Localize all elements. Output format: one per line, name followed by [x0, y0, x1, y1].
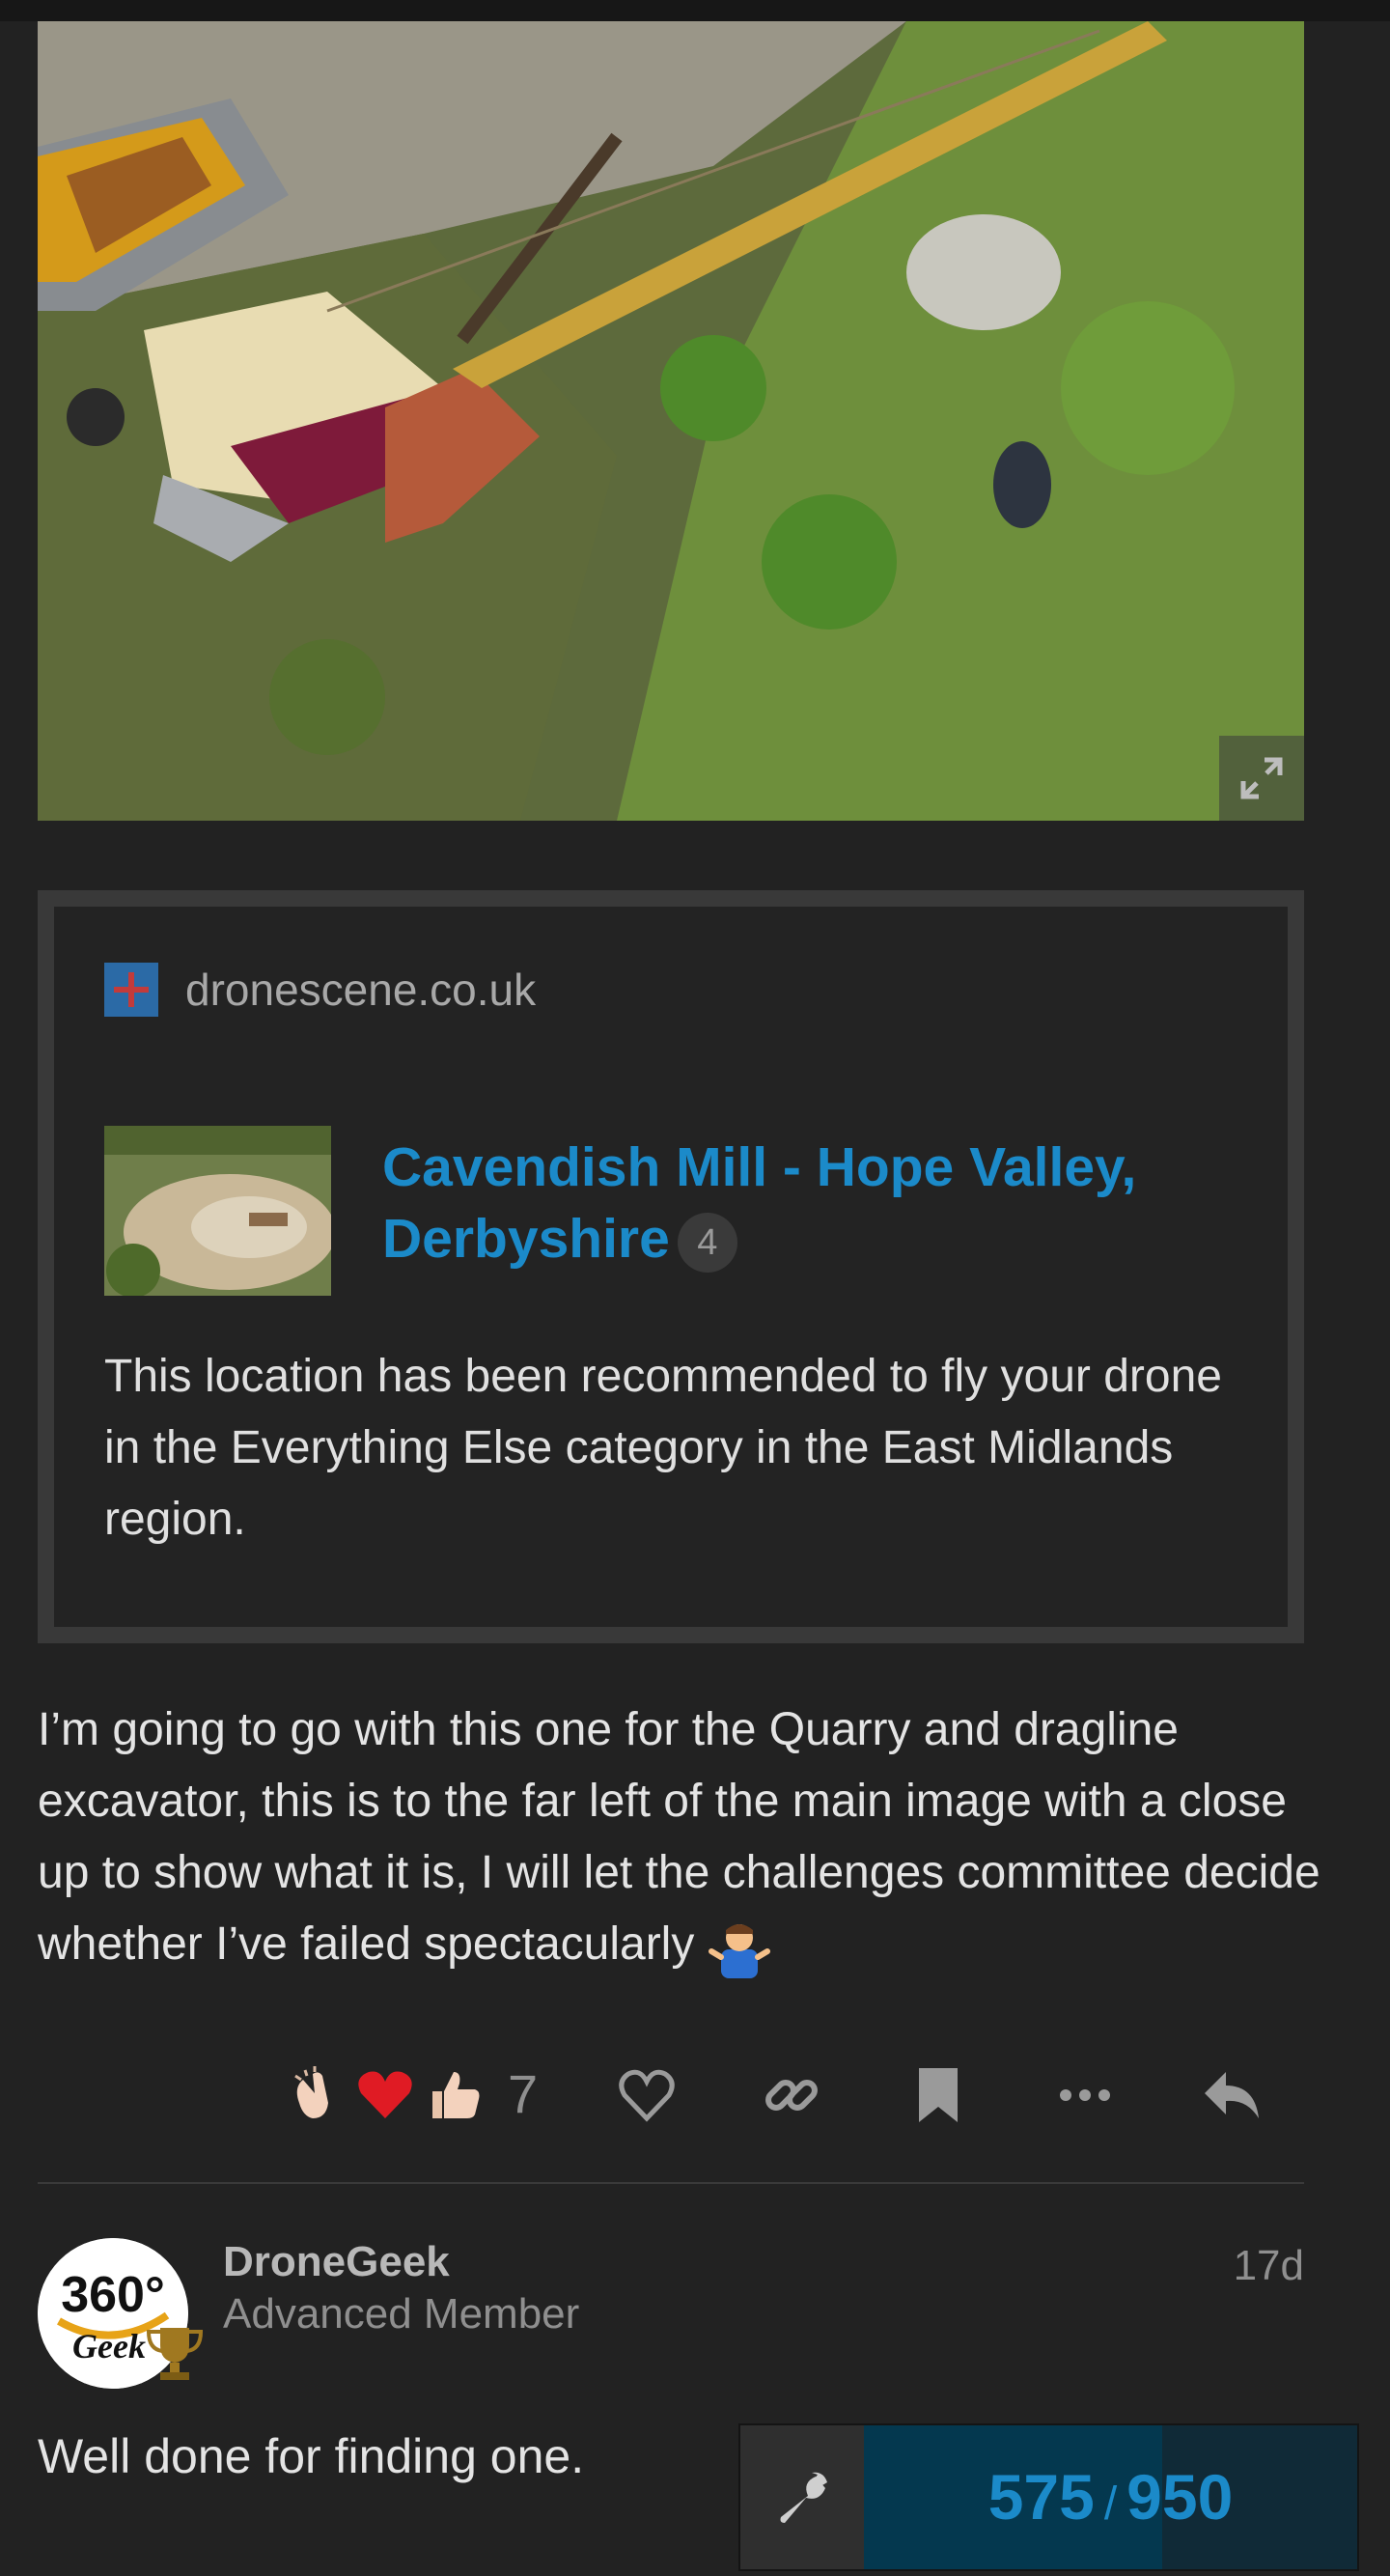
progress-current: 575 [987, 2461, 1095, 2533]
progress-track: 575/950 [864, 2425, 1357, 2569]
link-preview-source[interactable]: dronescene.co.uk [104, 963, 536, 1017]
site-favicon-icon [104, 963, 158, 1017]
man-shrugging-emoji-icon [708, 1924, 770, 1979]
user-title: Advanced Member [223, 2290, 580, 2338]
link-title-text[interactable]: Cavendish Mill - Hope Valley, Derbyshire [382, 1136, 1136, 1270]
topic-progress-bar[interactable]: 575/950 [738, 2423, 1359, 2571]
progress-separator: / [1103, 2478, 1118, 2530]
source-domain[interactable]: dronescene.co.uk [185, 964, 536, 1016]
avatar-top-text: 360° [61, 2267, 165, 2323]
top-bar [0, 0, 1390, 21]
post-body-text: I’m going to go with this one for the Qu… [38, 1704, 1320, 1970]
clapping-hands-icon [294, 2065, 328, 2118]
link-preview-description: This location has been recommended to fl… [104, 1351, 1222, 1545]
reaction-count[interactable]: 7 [508, 2062, 538, 2125]
reply-icon[interactable] [1201, 2064, 1263, 2126]
reply-body-text: Well done for finding one. [38, 2429, 585, 2483]
post-username[interactable]: DroneGeek [223, 2238, 450, 2286]
expand-image-button[interactable] [1219, 736, 1304, 821]
link-preview-thumbnail[interactable] [104, 1126, 331, 1296]
link-preview-card[interactable]: dronescene.co.uk Cavendish Mill - Hope V… [38, 890, 1304, 1643]
reactions-summary[interactable]: 7 [286, 2062, 538, 2125]
expand-icon [1240, 757, 1283, 799]
wrench-icon [780, 2472, 827, 2523]
red-heart-icon [358, 2070, 412, 2118]
click-count-badge: 4 [677, 1212, 737, 1273]
heart-icon[interactable] [616, 2064, 678, 2126]
bookmark-icon[interactable] [907, 2064, 969, 2126]
progress-label: 575/950 [864, 2425, 1357, 2569]
avatar-bottom-text: Geek [72, 2327, 146, 2366]
link-preview-title[interactable]: Cavendish Mill - Hope Valley, Derbyshire… [382, 1132, 1212, 1274]
more-icon[interactable] [1054, 2064, 1116, 2126]
post-timestamp[interactable]: 17d [1234, 2242, 1304, 2290]
post-body: I’m going to go with this one for the Qu… [38, 1694, 1321, 1980]
progress-total: 950 [1126, 2461, 1234, 2533]
trophy-badge-icon [146, 2328, 204, 2380]
link-icon[interactable] [761, 2064, 822, 2126]
post-image[interactable] [38, 21, 1304, 821]
post-actions-bar: 7 [0, 2057, 1390, 2134]
post-divider [38, 2182, 1304, 2184]
admin-menu-button[interactable] [740, 2425, 864, 2569]
thumbs-up-icon [432, 2071, 480, 2118]
